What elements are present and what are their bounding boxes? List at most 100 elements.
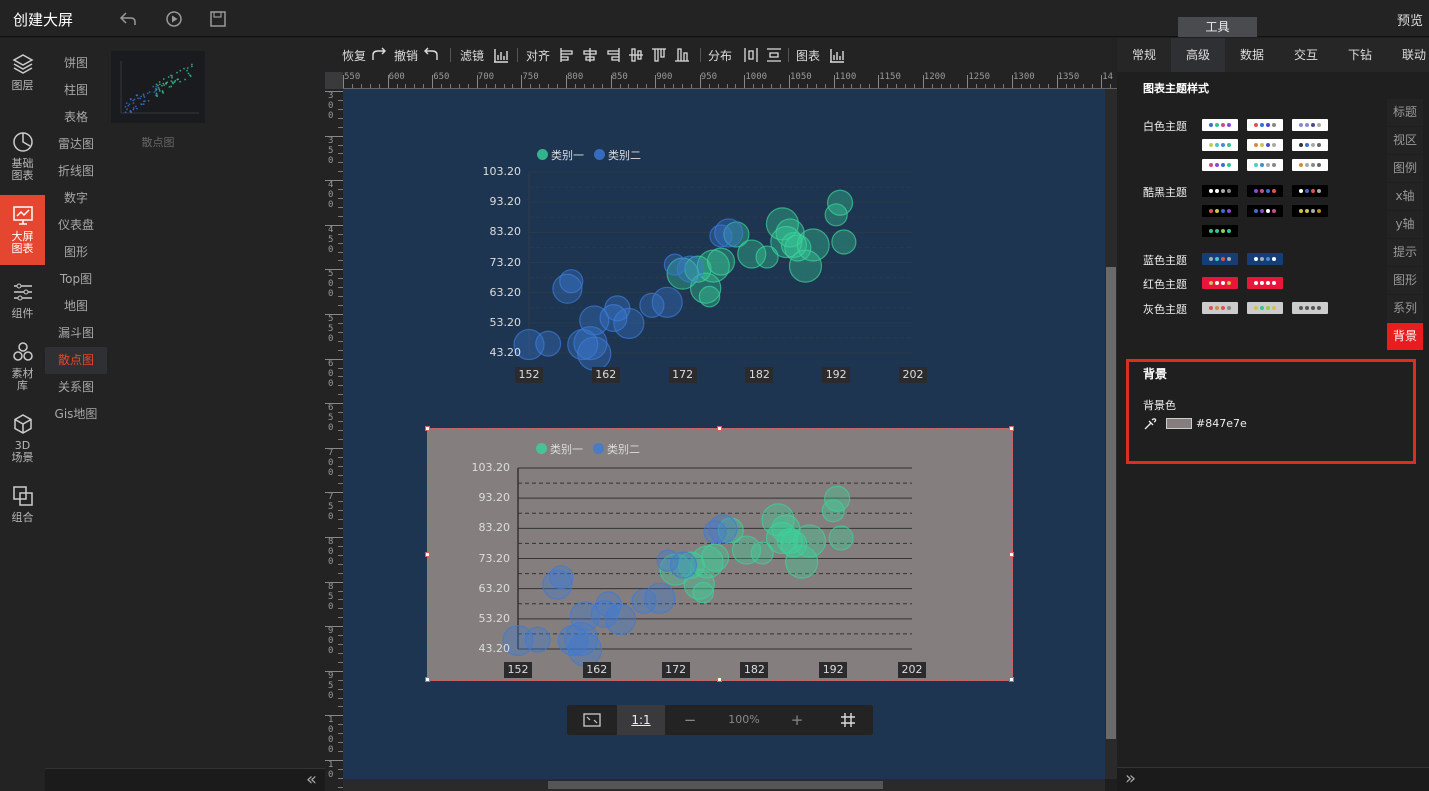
horizontal-scroll-thumb[interactable] — [548, 781, 883, 789]
background-color-swatch[interactable] — [1166, 418, 1192, 429]
theme-swatch[interactable] — [1247, 253, 1283, 265]
scatter-chart-2-selected[interactable]: 类别一 类别二 103.20 93.20 83.20 73.20 63.20 53.20 43.… — [425, 426, 1014, 682]
scatter-point[interactable] — [669, 551, 698, 579]
theme-swatch[interactable] — [1202, 205, 1238, 217]
vertical-scrollbar[interactable] — [1105, 89, 1117, 779]
theme-swatch[interactable] — [1292, 159, 1328, 171]
category-item[interactable]: Top图 — [45, 266, 107, 293]
filter-button[interactable]: 滤镜 — [460, 47, 484, 64]
distribute-vertical-icon[interactable] — [765, 46, 783, 64]
vtab-5[interactable]: 提示 — [1387, 239, 1423, 266]
chart-icon[interactable] — [828, 46, 846, 64]
actual-size-button[interactable]: 1:1 — [617, 705, 665, 735]
scatter-point[interactable] — [796, 228, 830, 262]
preview-button[interactable]: 预览 — [1397, 10, 1423, 29]
theme-swatch[interactable] — [1292, 119, 1328, 131]
resize-handle[interactable] — [1009, 677, 1014, 682]
align-button[interactable]: 对齐 — [526, 47, 550, 64]
redo-button[interactable]: 恢复 — [342, 47, 366, 64]
theme-swatch[interactable] — [1292, 205, 1328, 217]
theme-swatch[interactable] — [1247, 159, 1283, 171]
design-canvas[interactable]: 类别一 类别二 103.20 93.20 83.20 73.20 63.20 53.20 43.… — [343, 89, 1105, 779]
filter-chart-icon[interactable] — [492, 46, 510, 64]
tab-5[interactable]: 联动 — [1387, 38, 1429, 72]
theme-swatch[interactable] — [1202, 139, 1238, 151]
collapse-left-icon[interactable]: « — [306, 769, 317, 790]
collapse-right-icon[interactable]: » — [1125, 768, 1136, 789]
scatter-point[interactable] — [524, 626, 551, 653]
align-center-icon[interactable] — [581, 46, 599, 64]
theme-swatch[interactable] — [1247, 139, 1283, 151]
theme-swatch[interactable] — [1202, 185, 1238, 197]
vtab-1[interactable]: 视区 — [1387, 127, 1423, 154]
background-color-value[interactable]: #847e7e — [1196, 417, 1247, 430]
category-item[interactable]: 数字 — [45, 185, 107, 212]
save-icon[interactable] — [208, 9, 228, 29]
undo-icon[interactable] — [118, 9, 138, 29]
theme-swatch[interactable] — [1202, 253, 1238, 265]
vtab-2[interactable]: 图例 — [1387, 155, 1423, 182]
scatter-point[interactable] — [831, 229, 857, 255]
resize-handle[interactable] — [1009, 426, 1014, 431]
theme-swatch[interactable] — [1247, 277, 1283, 289]
scatter-point[interactable] — [700, 543, 730, 572]
sidebar-item-2[interactable]: 大屏 图表 — [0, 195, 45, 265]
theme-swatch[interactable] — [1202, 225, 1238, 237]
distribute-horizontal-icon[interactable] — [742, 46, 760, 64]
scatter-point[interactable] — [559, 269, 584, 294]
scatter-point[interactable] — [577, 336, 612, 371]
horizontal-scrollbar[interactable] — [343, 779, 1105, 791]
scatter-point[interactable] — [644, 582, 676, 614]
sidebar-item-0[interactable]: 图层 — [0, 50, 45, 110]
scatter-point[interactable] — [714, 218, 744, 248]
scatter-point[interactable] — [706, 247, 736, 276]
theme-swatch[interactable] — [1247, 119, 1283, 131]
align-top-icon[interactable] — [650, 46, 668, 64]
resize-handle[interactable] — [425, 426, 430, 431]
resize-handle[interactable] — [717, 426, 722, 431]
theme-swatch[interactable] — [1247, 205, 1283, 217]
scatter-point[interactable] — [604, 603, 637, 636]
vertical-scroll-thumb[interactable] — [1106, 267, 1116, 739]
vtab-8[interactable]: 背景 — [1387, 323, 1423, 350]
undo-arrow-icon[interactable] — [422, 46, 440, 64]
sidebar-item-6[interactable]: 组合 — [0, 482, 45, 526]
tools-tab[interactable]: 工具 — [1178, 17, 1257, 37]
distribute-button[interactable]: 分布 — [708, 47, 732, 64]
vtab-6[interactable]: 图形 — [1387, 267, 1423, 294]
tab-1[interactable]: 高级 — [1171, 38, 1225, 72]
sidebar-item-5[interactable]: 3D 场景 — [0, 410, 45, 470]
category-item[interactable]: 表格 — [45, 104, 107, 131]
category-item[interactable]: 关系图 — [45, 374, 107, 401]
theme-swatch[interactable] — [1247, 185, 1283, 197]
scatter-point[interactable] — [698, 285, 721, 308]
theme-swatch[interactable] — [1202, 159, 1238, 171]
vtab-3[interactable]: x轴 — [1387, 183, 1423, 210]
sidebar-item-3[interactable]: 组件 — [0, 278, 45, 322]
resize-handle[interactable] — [425, 551, 430, 557]
redo-icon[interactable] — [370, 46, 388, 64]
scatter-thumbnail[interactable] — [111, 51, 205, 123]
theme-swatch[interactable] — [1247, 302, 1283, 314]
grid-icon[interactable] — [823, 705, 873, 735]
resize-handle[interactable] — [1009, 551, 1014, 557]
align-bottom-icon[interactable] — [673, 46, 691, 64]
align-left-icon[interactable] — [558, 46, 576, 64]
scatter-point[interactable] — [692, 581, 714, 604]
category-item[interactable]: 地图 — [45, 293, 107, 320]
vtab-0[interactable]: 标题 — [1387, 99, 1423, 126]
scatter-point[interactable] — [824, 485, 851, 512]
fit-screen-icon[interactable] — [567, 705, 617, 735]
vtab-7[interactable]: 系列 — [1387, 295, 1423, 322]
play-icon[interactable] — [164, 9, 184, 29]
align-vcenter-icon[interactable] — [627, 46, 645, 64]
category-item[interactable]: 散点图 — [45, 347, 107, 374]
scatter-point[interactable] — [549, 565, 574, 590]
resize-handle[interactable] — [717, 677, 722, 682]
category-item[interactable]: 仪表盘 — [45, 212, 107, 239]
zoom-out-button[interactable]: − — [667, 705, 713, 735]
scatter-point[interactable] — [535, 330, 562, 357]
scatter-point[interactable] — [826, 189, 854, 216]
scatter-point[interactable] — [676, 255, 704, 283]
scatter-point[interactable] — [651, 286, 683, 318]
